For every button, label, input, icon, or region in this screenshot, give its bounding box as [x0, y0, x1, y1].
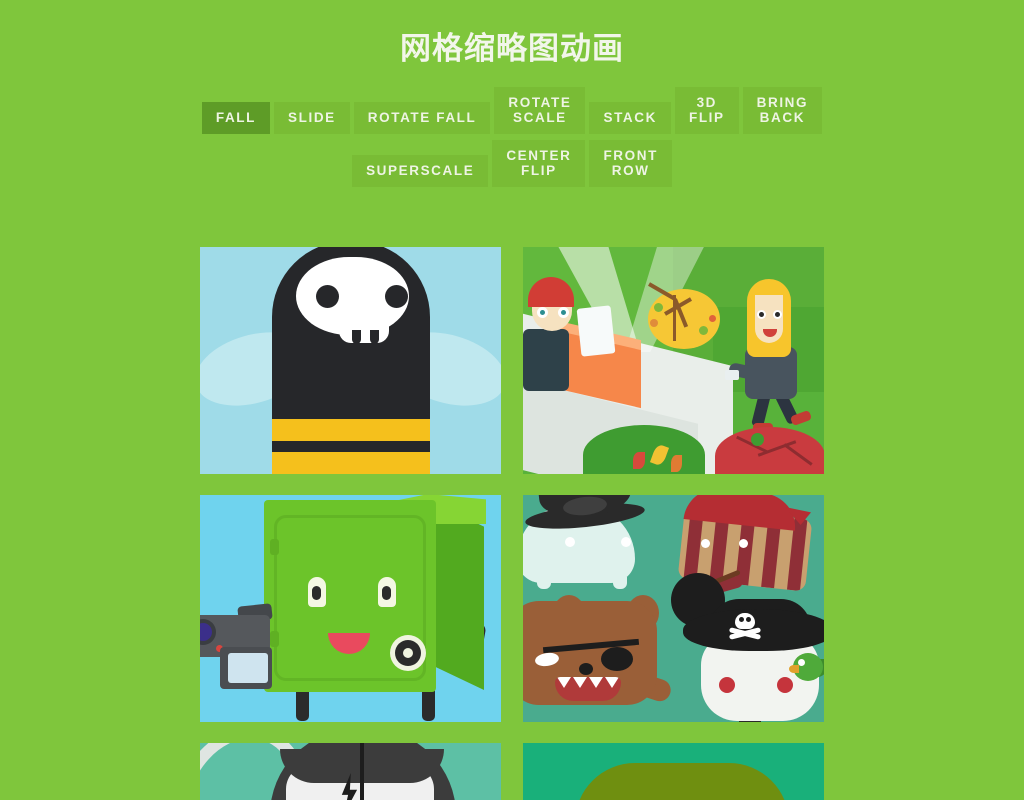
safe-dial-center-shape: [403, 648, 413, 658]
bee-stripe-shape: [272, 452, 430, 474]
thumbnail-green-hill-scene[interactable]: [523, 743, 824, 800]
tree-dot-shape: [709, 315, 716, 322]
skull-jaw-shape: [339, 319, 389, 343]
menu-button-front-row[interactable]: FRONT ROW: [589, 140, 672, 187]
thumbnail-row: [200, 743, 824, 800]
menu-button-stack[interactable]: STACK: [589, 102, 671, 134]
thumbnail-row: [200, 247, 824, 474]
safe-hinge-shape: [270, 539, 279, 555]
skull-eye-shape: [385, 285, 408, 308]
skull-jaw-notch-shape: [370, 330, 379, 344]
child-hair-shape: [528, 277, 574, 307]
safe-character-illustration: [200, 495, 501, 722]
safe-eye-shape: [378, 577, 396, 607]
bee-skull-illustration: [200, 247, 501, 474]
tree-dot-shape: [650, 319, 658, 327]
leaf-shape: [671, 455, 682, 472]
menu-button-rotate-fall[interactable]: ROTATE FALL: [353, 102, 491, 134]
pirate-characters-illustration: [523, 495, 824, 722]
menu-button-bring-back[interactable]: BRING BACK: [742, 87, 823, 134]
thumbnail-green-landscape-scene[interactable]: [523, 247, 824, 474]
ghost-eye-shape: [621, 537, 631, 547]
menu-button-fall[interactable]: FALL: [201, 102, 271, 134]
walker-phone-shape: [725, 370, 739, 380]
bear-mouth-shape: [555, 677, 621, 701]
page-root: 网格缩略图动画 FALL SLIDE ROTATE FALLROTATE SCALE…: [0, 0, 1024, 800]
child-body-shape: [523, 329, 569, 391]
skull-jaw-notch-shape: [352, 330, 361, 344]
animation-menu: FALL SLIDE ROTATE FALLROTATE SCALE STACK3D …: [172, 87, 852, 193]
skull-emblem-shape: [735, 613, 755, 629]
tree-dot-shape: [699, 326, 708, 335]
skull-eye-shape: [316, 285, 339, 308]
camera-screen-shape: [228, 653, 268, 683]
walker-eye-shape: [757, 310, 766, 319]
safe-hinge-shape: [270, 631, 279, 647]
menu-button-slide[interactable]: SLIDE: [274, 102, 350, 134]
pirate-cheek-shape: [777, 677, 793, 693]
hair-part-shape: [360, 743, 364, 800]
page-title: 网格缩略图动画: [400, 31, 624, 67]
menu-button-3d-flip[interactable]: 3D FLIP: [674, 87, 739, 134]
thumbnail-green-safe-character[interactable]: [200, 495, 501, 722]
ghost-foot-shape: [613, 577, 627, 589]
parrot-eye-shape: [798, 659, 805, 666]
menu-button-superscale[interactable]: SUPERSCALE: [352, 155, 489, 187]
berry-shape: [751, 433, 764, 446]
menu-button-rotate-scale[interactable]: ROTATE SCALE: [494, 87, 586, 134]
bee-stripe-shape: [272, 419, 430, 441]
child-eye-shape: [537, 307, 548, 318]
paper-sheet-shape: [576, 305, 616, 357]
hill-illustration: [523, 743, 824, 800]
thumbnail-grid: [200, 247, 824, 800]
striped-character-eye-shape: [739, 539, 748, 548]
thumbnail-lightning-bolt-face[interactable]: [200, 743, 501, 800]
bolt-face-illustration: [200, 743, 501, 800]
child-eye-shape: [558, 307, 569, 318]
safe-side-panel-shape: [428, 500, 484, 690]
pirate-cheek-shape: [719, 677, 735, 693]
ghost-foot-shape: [537, 577, 551, 589]
hill-shape: [575, 763, 789, 800]
ghost-eye-shape: [565, 537, 575, 547]
safe-eye-shape: [308, 577, 326, 607]
parrot-beak-shape: [789, 665, 799, 673]
thumbnail-row: [200, 495, 824, 722]
tree-dot-shape: [654, 303, 663, 312]
walker-eye-shape: [773, 310, 782, 319]
menu-button-center-flip[interactable]: CENTER FLIP: [492, 140, 586, 187]
striped-character-eye-shape: [701, 539, 710, 548]
thumbnail-bee-skull-character[interactable]: [200, 247, 501, 474]
landscape-illustration: [523, 247, 824, 474]
eyepatch-shape: [601, 647, 633, 671]
bear-nose-shape: [579, 663, 593, 675]
leaf-shape: [633, 452, 645, 469]
thumbnail-pirate-characters[interactable]: [523, 495, 824, 722]
